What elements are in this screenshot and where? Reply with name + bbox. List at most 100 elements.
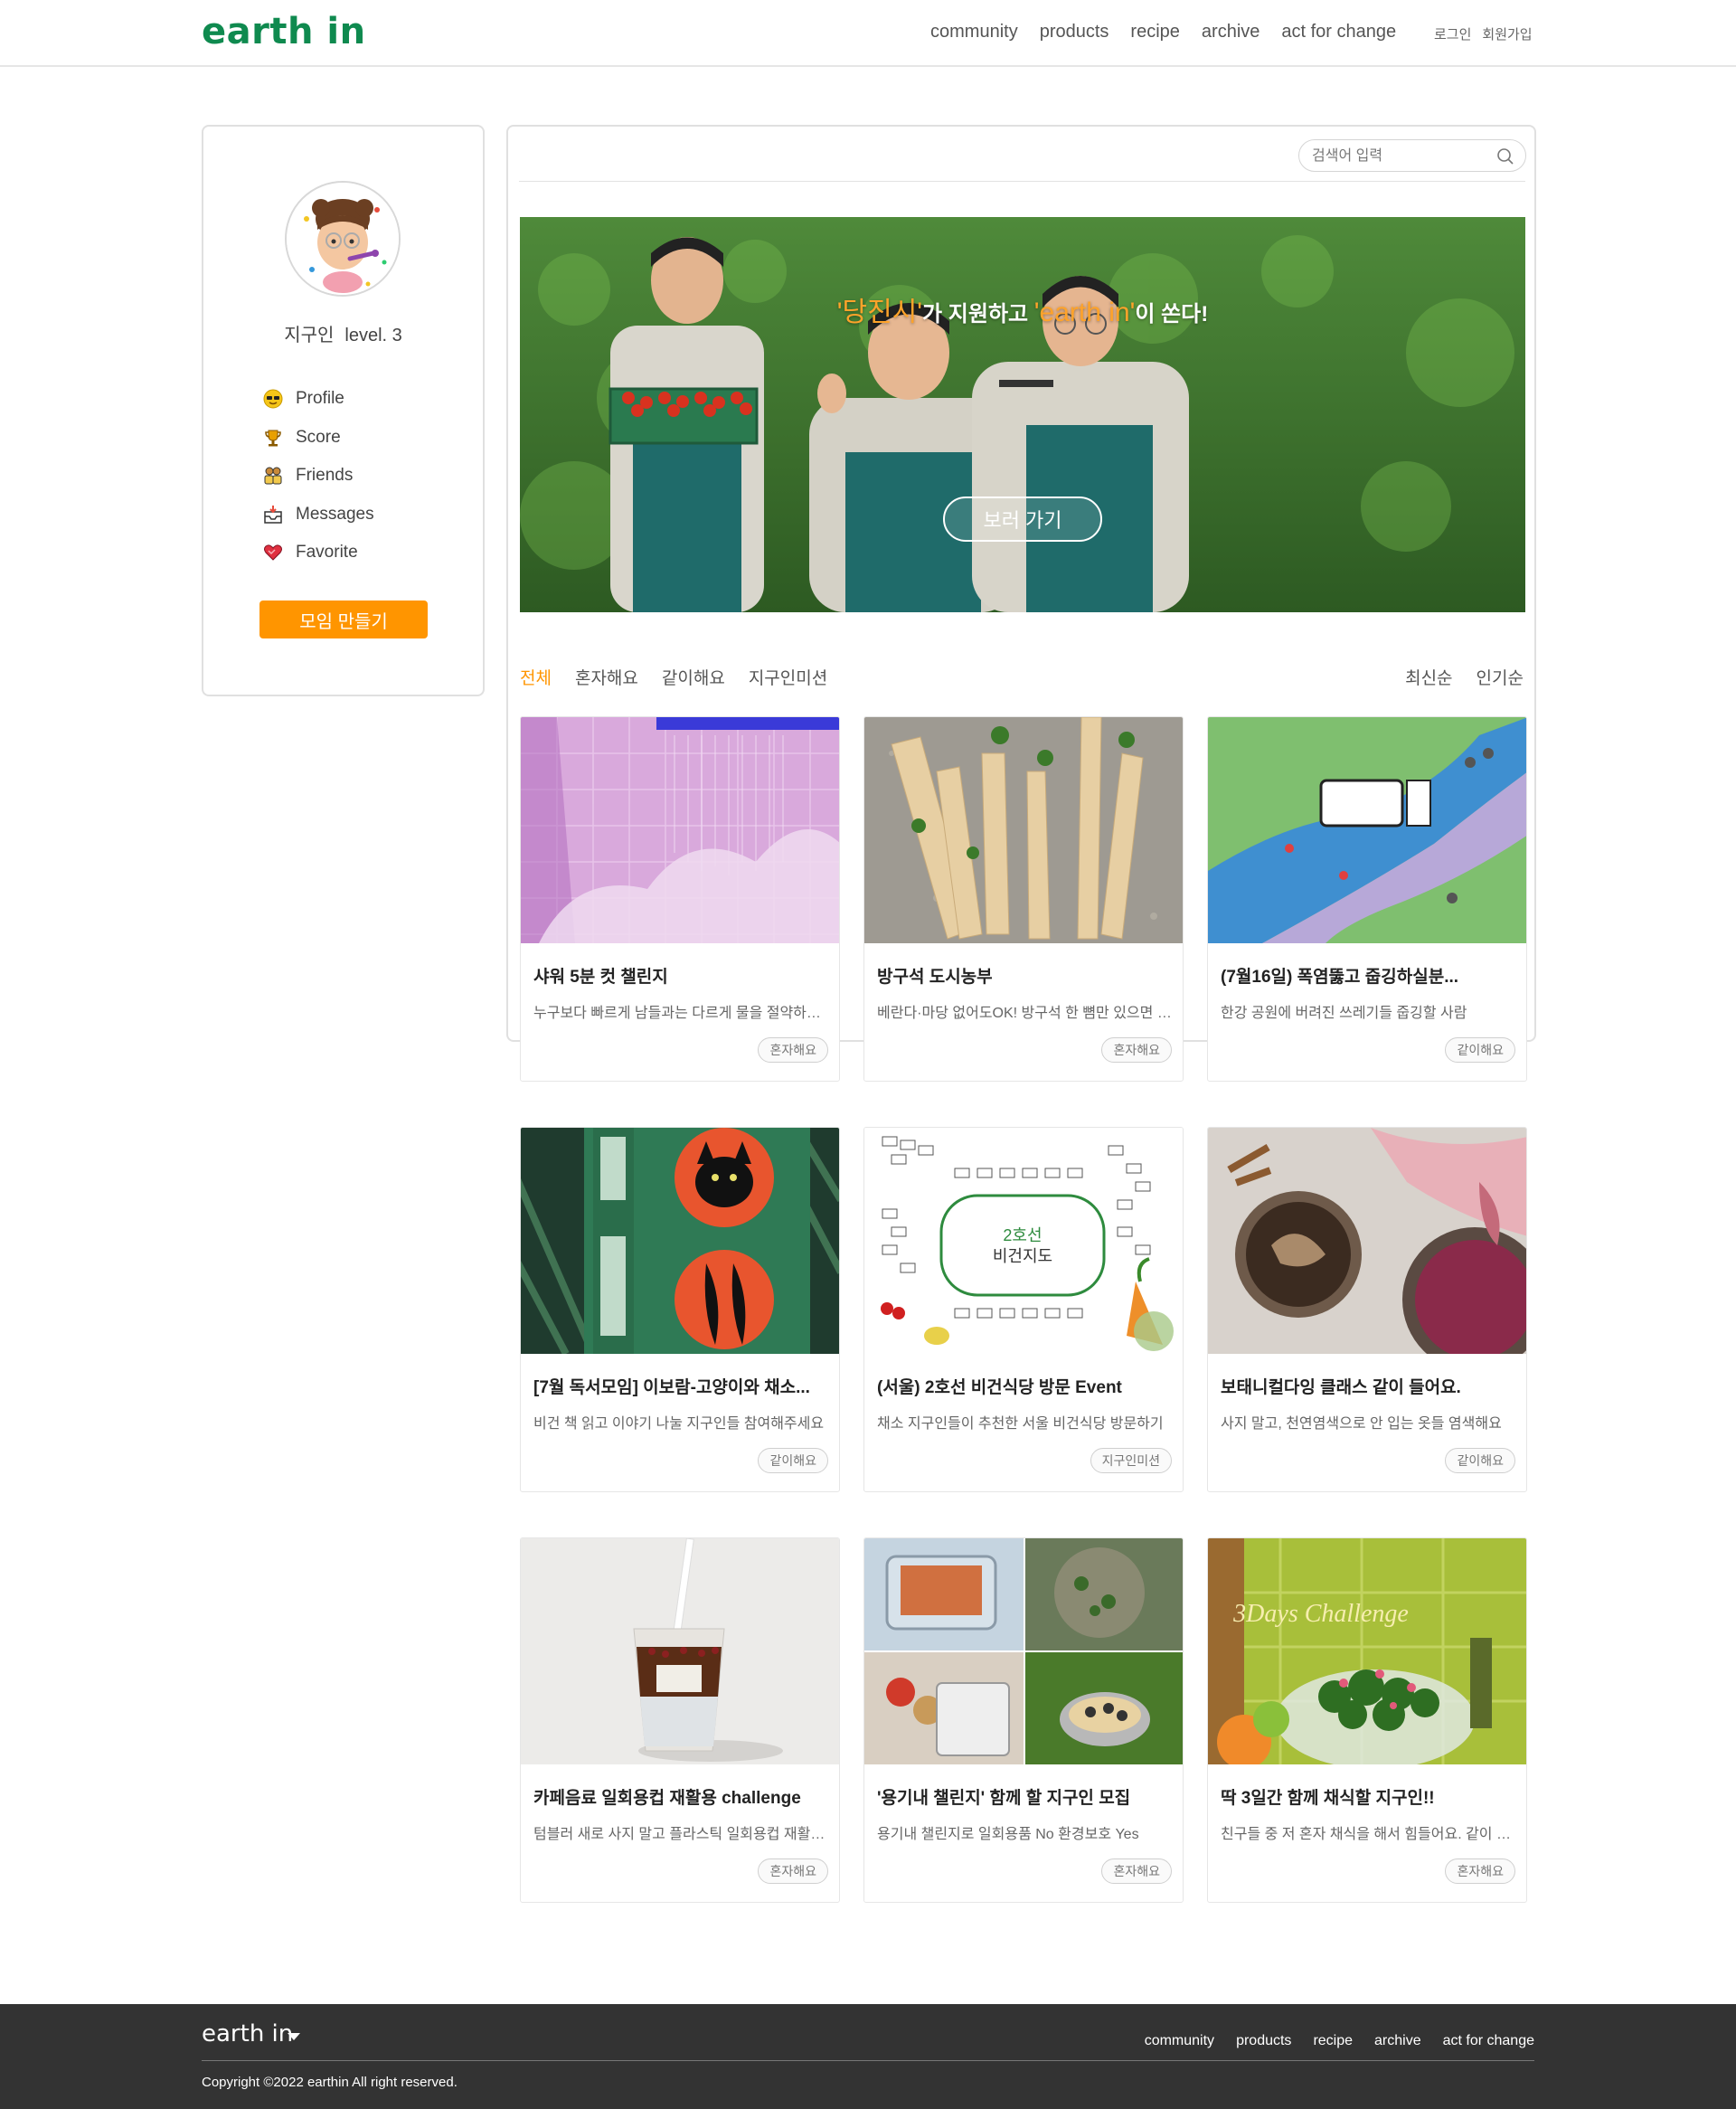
sidebar-item-profile[interactable]: Profile	[261, 380, 374, 419]
tab-all[interactable]: 전체	[520, 665, 552, 689]
sidebar-item-label: Friends	[296, 466, 354, 486]
banner-caption: '당진시'가 지원하고 'earth in'이 쏜다!	[520, 289, 1525, 329]
card-title: '용기내 챌린지' 함께 할 지구인 모집	[877, 1789, 1131, 1808]
footer-divider	[202, 2060, 1534, 2061]
card-image	[1208, 717, 1526, 943]
card-tag: 같이해요	[1445, 1037, 1515, 1063]
challenge-card[interactable]: 샤워 5분 컷 챌린지 누구보다 빠르게 남들과는 다르게 물을 절약하는 샤워…	[520, 716, 840, 1082]
sidebar-item-label: Score	[296, 427, 341, 447]
card-description: 채소 지구인들이 추천한 서울 비건식당 방문하기	[877, 1416, 1164, 1432]
sort-latest[interactable]: 최신순	[1405, 665, 1452, 689]
main-nav: community products recipe archive act fo…	[930, 22, 1396, 43]
card-tag: 지구인미션	[1090, 1448, 1172, 1473]
login-link[interactable]: 로그인	[1434, 24, 1471, 43]
challenge-card[interactable]: 3Days Challenge 딱 3일간 함께 채식할 지구인!! 친구들 중…	[1207, 1537, 1527, 1903]
sort-options: 최신순 인기순	[1405, 665, 1524, 689]
heart-icon	[261, 541, 285, 564]
nav-products[interactable]: products	[1040, 22, 1109, 43]
card-image-map-subtitle: 비건지도	[993, 1247, 1052, 1265]
banner-view-button[interactable]: 보러 가기	[943, 497, 1102, 542]
card-image	[521, 1538, 839, 1764]
card-description: 텀블러 새로 사지 말고 플라스틱 일회용컵 재활용해요	[533, 1827, 828, 1842]
card-tag: 혼자해요	[1445, 1858, 1515, 1884]
footer-nav-recipe[interactable]: recipe	[1313, 2033, 1353, 2049]
create-group-button[interactable]: 모임 만들기	[259, 601, 428, 638]
nav-community[interactable]: community	[930, 22, 1018, 43]
nav-archive[interactable]: archive	[1202, 22, 1260, 43]
card-title: (서울) 2호선 비건식당 방문 Event	[877, 1378, 1122, 1397]
footer-nav-products[interactable]: products	[1236, 2033, 1291, 2049]
sidebar-item-score[interactable]: Score	[261, 419, 374, 458]
card-tag: 같이해요	[1445, 1448, 1515, 1473]
tab-mission[interactable]: 지구인미션	[749, 665, 827, 689]
challenge-card[interactable]: '용기내 챌린지' 함께 할 지구인 모집 용기내 챌린지로 일회용품 No 환…	[863, 1537, 1184, 1903]
auth-links: 로그인 회원가입	[1434, 24, 1533, 43]
banner-caption-brand: 'earth in'	[1033, 298, 1136, 327]
main-panel: '당진시'가 지원하고 'earth in'이 쏜다! 보러 가기 전체 혼자해…	[506, 125, 1536, 1903]
footer-nav-archive[interactable]: archive	[1374, 2033, 1421, 2049]
card-title: 샤워 5분 컷 챌린지	[533, 968, 668, 987]
user-info: 지구인 level. 3	[203, 320, 483, 346]
memoji-avatar-image	[287, 183, 399, 295]
search-divider	[519, 181, 1525, 182]
sidebar-item-favorite[interactable]: Favorite	[261, 534, 374, 572]
search-box	[1298, 139, 1526, 172]
card-tag: 같이해요	[758, 1448, 828, 1473]
footer-logo[interactable]: earth in	[202, 2020, 293, 2048]
profile-sidebar: 지구인 level. 3 Profile Score Friends Messag…	[202, 125, 485, 696]
card-description: 비건 책 읽고 이야기 나눌 지구인들 참여해주세요	[533, 1416, 825, 1432]
site-footer: earth in community products recipe archi…	[0, 2004, 1736, 2109]
card-description: 누구보다 빠르게 남들과는 다르게 물을 절약하는 샤워 5분 컷 챌린지	[533, 1006, 828, 1021]
card-tag: 혼자해요	[1101, 1037, 1172, 1063]
card-title: 딱 3일간 함께 채식할 지구인!!	[1221, 1789, 1435, 1808]
card-image-map-title: 2호선	[1003, 1226, 1042, 1244]
tab-alone[interactable]: 혼자해요	[575, 665, 638, 689]
sidebar-item-friends[interactable]: Friends	[261, 457, 374, 496]
card-title: 카페음료 일회용컵 재활용 challenge	[533, 1789, 801, 1808]
nav-recipe[interactable]: recipe	[1130, 22, 1179, 43]
card-image	[864, 1538, 1183, 1764]
footer-nav-community[interactable]: community	[1145, 2033, 1214, 2049]
search-icon[interactable]	[1496, 147, 1514, 166]
challenge-card[interactable]: [7월 독서모임] 이보람-고양이와 채소... 비건 책 읽고 이야기 나눌 …	[520, 1127, 840, 1492]
logo[interactable]: earth in	[202, 11, 366, 52]
challenge-card[interactable]: 2호선 비건지도 (서울) 2호선 비건식당 방문 Event 채소 지구인들이…	[863, 1127, 1184, 1492]
sidebar-item-label: Profile	[296, 389, 344, 409]
user-level: level. 3	[344, 326, 402, 345]
card-image	[1208, 1128, 1526, 1354]
avatar[interactable]	[285, 181, 401, 297]
banner-caption-part: 이 쏜다!	[1135, 302, 1209, 326]
copyright-text: Copyright ©2022 earthin All right reserv…	[202, 2075, 458, 2090]
top-header: earth in community products recipe archi…	[0, 0, 1736, 67]
card-image: 2호선 비건지도	[864, 1128, 1183, 1354]
card-description: 용기내 챌린지로 일회용품 No 환경보호 Yes	[877, 1827, 1139, 1842]
promo-banner[interactable]: '당진시'가 지원하고 'earth in'이 쏜다! 보러 가기	[520, 217, 1525, 612]
card-image	[521, 1128, 839, 1354]
card-tag: 혼자해요	[758, 1037, 828, 1063]
footer-nav: community products recipe archive act fo…	[1145, 2033, 1534, 2049]
banner-farmers-photo	[520, 217, 1525, 612]
challenge-card[interactable]: 카페음료 일회용컵 재활용 challenge 텀블러 새로 사지 말고 플라스…	[520, 1537, 840, 1903]
card-title: (7월16일) 폭염뚫고 줍깅하실분...	[1221, 968, 1459, 987]
challenge-card[interactable]: (7월16일) 폭염뚫고 줍깅하실분... 한강 공원에 버려진 쓰레기들 줍깅…	[1207, 716, 1527, 1082]
card-description: 한강 공원에 버려진 쓰레기들 줍깅할 사람	[1221, 1006, 1467, 1021]
nav-act-for-change[interactable]: act for change	[1281, 22, 1396, 43]
inbox-icon	[261, 503, 285, 526]
username: 지구인	[284, 326, 335, 345]
card-image-overlay-text: 3Days Challenge	[1232, 1600, 1409, 1628]
signup-link[interactable]: 회원가입	[1482, 24, 1532, 43]
footer-nav-act-for-change[interactable]: act for change	[1443, 2033, 1534, 2049]
people-icon	[261, 464, 285, 487]
search-input[interactable]	[1312, 146, 1484, 167]
card-title: 보태니컬다잉 클래스 같이 들어요.	[1221, 1378, 1461, 1397]
tab-together[interactable]: 같이해요	[662, 665, 725, 689]
sidebar-item-label: Favorite	[296, 543, 358, 563]
card-description: 베란다·마당 없어도OK! 방구석 한 뼘만 있으면 누구나 도시농부	[877, 1006, 1172, 1021]
challenge-card[interactable]: 방구석 도시농부 베란다·마당 없어도OK! 방구석 한 뼘만 있으면 누구나 …	[863, 716, 1184, 1082]
sort-popular[interactable]: 인기순	[1477, 665, 1524, 689]
chevron-down-icon[interactable]	[288, 2033, 300, 2040]
sidebar-item-messages[interactable]: Messages	[261, 496, 374, 534]
card-image	[864, 717, 1183, 943]
banner-caption-part: 가 지원하고	[922, 302, 1029, 326]
challenge-card[interactable]: 보태니컬다잉 클래스 같이 들어요. 사지 말고, 천연염색으로 안 입는 옷들…	[1207, 1127, 1527, 1492]
